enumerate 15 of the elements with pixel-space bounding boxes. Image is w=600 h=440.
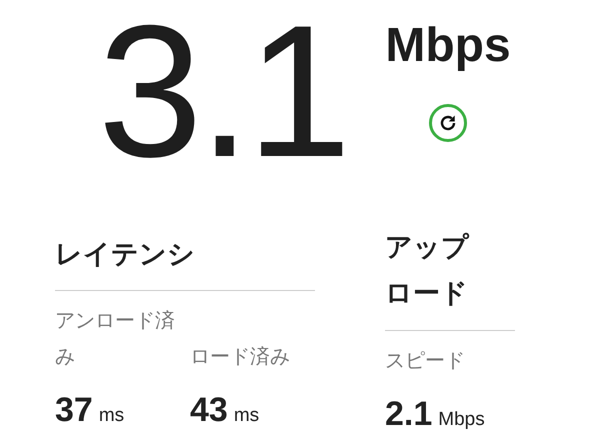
metric-label: スピード bbox=[385, 349, 466, 374]
latency-title: レイテンシ bbox=[55, 238, 196, 271]
speed-unit: Mbps bbox=[385, 22, 511, 70]
metric-label: アンロード済み bbox=[55, 309, 176, 370]
latency-value: 37 bbox=[55, 393, 93, 427]
upload-value: 2.1 bbox=[385, 397, 432, 431]
latency-value: 43 bbox=[190, 393, 228, 427]
unit-label: ms bbox=[98, 406, 124, 425]
unit-label: Mbps bbox=[438, 410, 485, 429]
refresh-button[interactable] bbox=[429, 104, 468, 142]
speed-value: 3.1 bbox=[98, 6, 348, 176]
unit-label: ms bbox=[234, 406, 260, 425]
metric-label: ロード済み bbox=[190, 345, 291, 370]
upload-title: アップロード bbox=[385, 231, 470, 310]
refresh-icon bbox=[439, 114, 458, 132]
